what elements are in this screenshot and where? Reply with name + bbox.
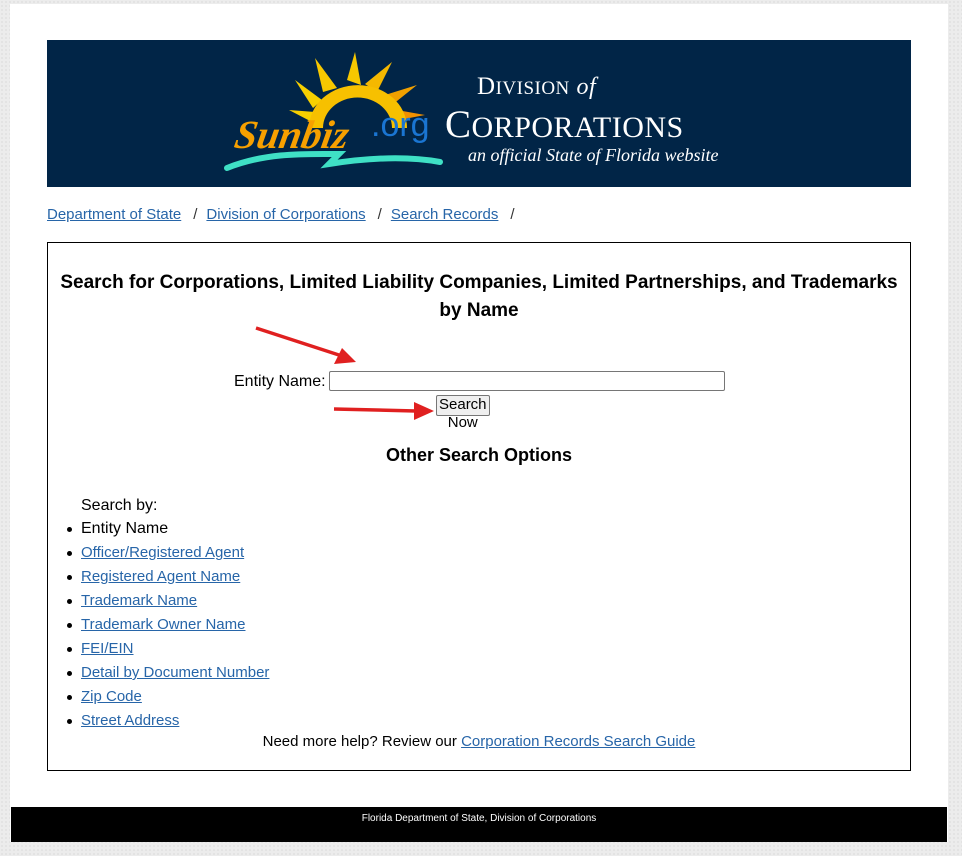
officer-registered-agent-link[interactable]: Officer/Registered Agent bbox=[81, 544, 244, 561]
page-title: Search for Corporations, Limited Liabili… bbox=[60, 272, 898, 321]
page: Sunbiz .org DIVISION of CORPORATIONS an … bbox=[10, 4, 948, 842]
sunbiz-wordmark: Sunbiz bbox=[231, 112, 353, 157]
breadcrumb-separator: / bbox=[377, 206, 382, 223]
search-options-list: Entity Name Officer/Registered Agent Reg… bbox=[66, 517, 269, 733]
registered-agent-name-link[interactable]: Registered Agent Name bbox=[81, 568, 240, 585]
breadcrumb-department-of-state[interactable]: Department of State bbox=[47, 206, 181, 223]
option-trademark-name: Trademark Name bbox=[66, 589, 269, 613]
trademark-name-link[interactable]: Trademark Name bbox=[81, 592, 197, 609]
search-now-button[interactable]: Search Now bbox=[436, 395, 490, 431]
entity-name-label: Entity Name: bbox=[234, 373, 326, 390]
detail-by-document-number-link[interactable]: Detail by Document Number bbox=[81, 664, 269, 681]
search-guide-link[interactable]: Corporation Records Search Guide bbox=[461, 733, 695, 750]
breadcrumb-division-of-corporations[interactable]: Division of Corporations bbox=[206, 206, 365, 223]
wave-icon bbox=[224, 150, 443, 171]
breadcrumb-search-records[interactable]: Search Records bbox=[391, 206, 499, 223]
entity-name-input[interactable] bbox=[329, 371, 725, 391]
search-by-label: Search by: bbox=[81, 497, 158, 514]
option-street-address: Street Address bbox=[66, 709, 269, 733]
option-document-number: Detail by Document Number bbox=[66, 661, 269, 685]
option-fei-ein: FEI/EIN bbox=[66, 637, 269, 661]
tagline: an official State of Florida website bbox=[468, 145, 719, 165]
option-zip-code: Zip Code bbox=[66, 685, 269, 709]
help-text: Need more help? Review our Corporation R… bbox=[262, 733, 696, 750]
breadcrumb-separator: / bbox=[193, 206, 198, 223]
svg-text:.org: .org bbox=[371, 106, 430, 144]
corporations-text: CORPORATIONS bbox=[445, 103, 684, 146]
option-entity-name: Entity Name bbox=[66, 517, 269, 541]
header-banner[interactable]: Sunbiz .org DIVISION of CORPORATIONS an … bbox=[47, 40, 911, 187]
other-search-options-heading: Other Search Options bbox=[385, 445, 573, 465]
annotation-arrow-to-button bbox=[333, 402, 434, 420]
street-address-link[interactable]: Street Address bbox=[81, 712, 179, 729]
breadcrumb: Department of State / Division of Corporat… bbox=[47, 206, 524, 223]
breadcrumb-separator: / bbox=[510, 206, 515, 223]
search-panel: Search for Corporations, Limited Liabili… bbox=[47, 242, 911, 771]
trademark-owner-name-link[interactable]: Trademark Owner Name bbox=[81, 616, 246, 633]
option-registered-agent-name: Registered Agent Name bbox=[66, 565, 269, 589]
fei-ein-link[interactable]: FEI/EIN bbox=[81, 640, 134, 657]
zip-code-link[interactable]: Zip Code bbox=[81, 688, 142, 705]
division-of-text: DIVISION of bbox=[477, 73, 597, 100]
footer: Florida Department of State, Division of… bbox=[11, 807, 947, 842]
option-trademark-owner-name: Trademark Owner Name bbox=[66, 613, 269, 637]
annotation-arrow-to-input bbox=[255, 326, 356, 364]
option-officer-registered-agent: Officer/Registered Agent bbox=[66, 541, 269, 565]
